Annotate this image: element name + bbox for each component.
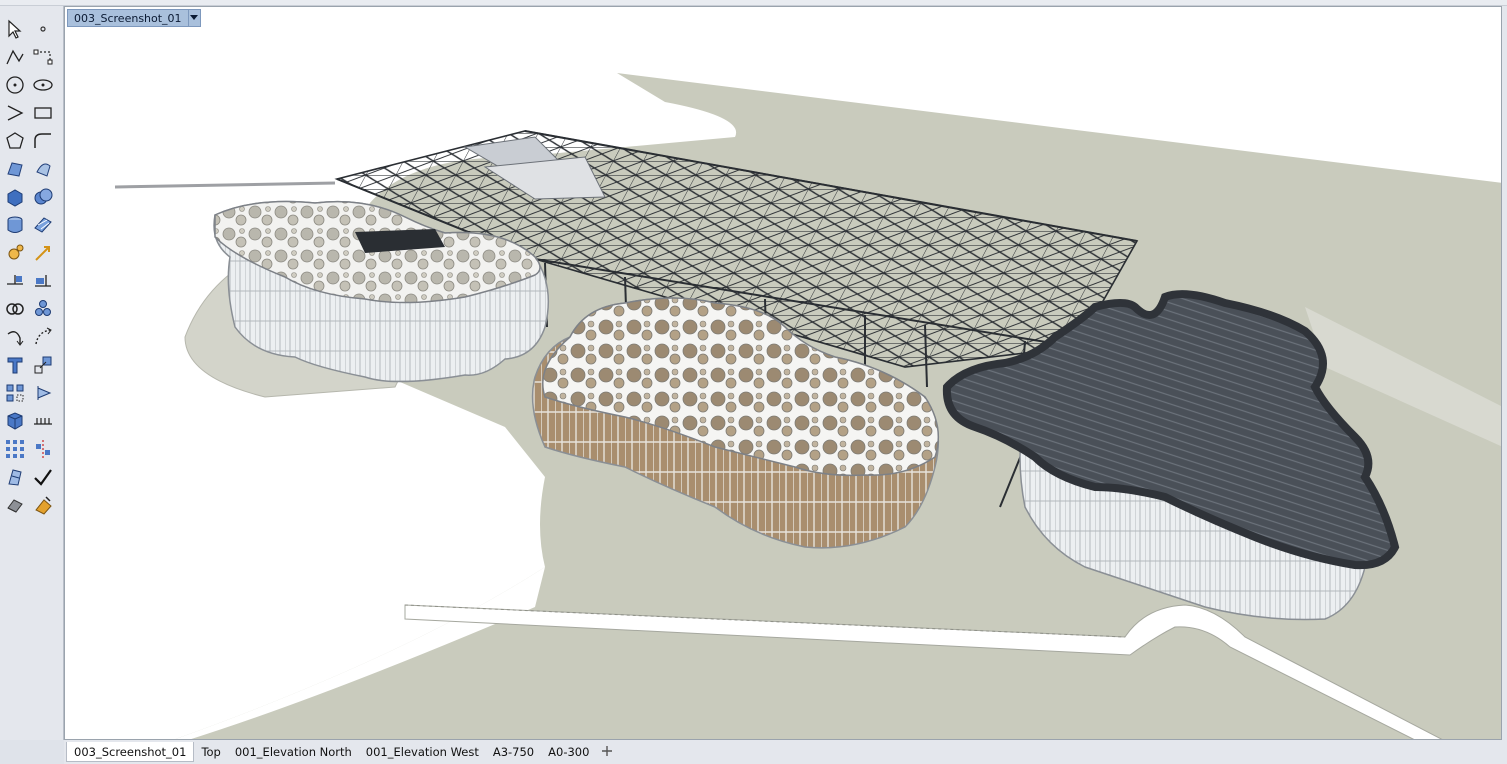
tab-001-elevation-north[interactable]: 001_Elevation North	[228, 742, 359, 762]
scale-icon[interactable]	[31, 353, 55, 377]
perspective-viewport[interactable]: 003_Screenshot_01	[64, 6, 1502, 740]
rhino-app-window: 003_Screenshot_01 003_Screenshot_01 Top 00…	[0, 0, 1507, 764]
trim-icon[interactable]	[3, 269, 27, 293]
gear-transform-icon[interactable]	[3, 241, 27, 265]
polygon-icon[interactable]	[3, 129, 27, 153]
render-icon[interactable]	[3, 493, 27, 517]
mirror-icon[interactable]	[31, 381, 55, 405]
align-icon[interactable]	[31, 437, 55, 461]
split-icon[interactable]	[31, 269, 55, 293]
tab-top[interactable]: Top	[194, 742, 227, 762]
model-render[interactable]	[65, 7, 1502, 740]
extrude-surface-icon[interactable]	[31, 157, 55, 181]
tab-003-screenshot-01[interactable]: 003_Screenshot_01	[66, 742, 195, 762]
text-icon[interactable]	[3, 353, 27, 377]
join-icon[interactable]	[3, 297, 27, 321]
fillet-curve-icon[interactable]	[31, 129, 55, 153]
rotate-icon[interactable]	[3, 325, 27, 349]
material-icon[interactable]	[31, 493, 55, 517]
analyze-icon[interactable]	[3, 465, 27, 489]
check-icon[interactable]	[31, 465, 55, 489]
group-icon[interactable]	[31, 297, 55, 321]
tab-001-elevation-west[interactable]: 001_Elevation West	[359, 742, 486, 762]
array-icon[interactable]	[3, 381, 27, 405]
tab-a0-300[interactable]: A0-300	[541, 742, 596, 762]
viewport-title-label[interactable]: 003_Screenshot_01	[67, 9, 189, 27]
box-icon[interactable]	[3, 185, 27, 209]
rectangle-icon[interactable]	[31, 101, 55, 125]
grid-snap-icon[interactable]	[31, 409, 55, 433]
viewport-title[interactable]: 003_Screenshot_01	[67, 9, 201, 27]
chevron-down-icon[interactable]	[188, 9, 201, 27]
ellipse-icon[interactable]	[31, 73, 55, 97]
solid-tools-icon[interactable]	[3, 409, 27, 433]
point-icon[interactable]	[31, 17, 55, 41]
plus-icon[interactable]	[596, 745, 618, 760]
curve-control-points-icon[interactable]	[31, 45, 55, 69]
tab-a3-750[interactable]: A3-750	[486, 742, 541, 762]
polyline-icon[interactable]	[3, 45, 27, 69]
dimension-icon[interactable]	[31, 241, 55, 265]
surface-from-points-icon[interactable]	[3, 157, 27, 181]
select-arrow-icon[interactable]	[3, 17, 27, 41]
mesh-icon[interactable]	[31, 213, 55, 237]
right-border	[1502, 6, 1507, 740]
arc-icon[interactable]	[3, 101, 27, 125]
array-grid-icon[interactable]	[3, 437, 27, 461]
rotate-3d-icon[interactable]	[31, 325, 55, 349]
cylinder-icon[interactable]	[3, 213, 27, 237]
boolean-union-icon[interactable]	[31, 185, 55, 209]
viewport-tab-bar: 003_Screenshot_01 Top 001_Elevation North 0…	[64, 740, 1507, 764]
left-toolbar	[0, 6, 64, 740]
circle-icon[interactable]	[3, 73, 27, 97]
